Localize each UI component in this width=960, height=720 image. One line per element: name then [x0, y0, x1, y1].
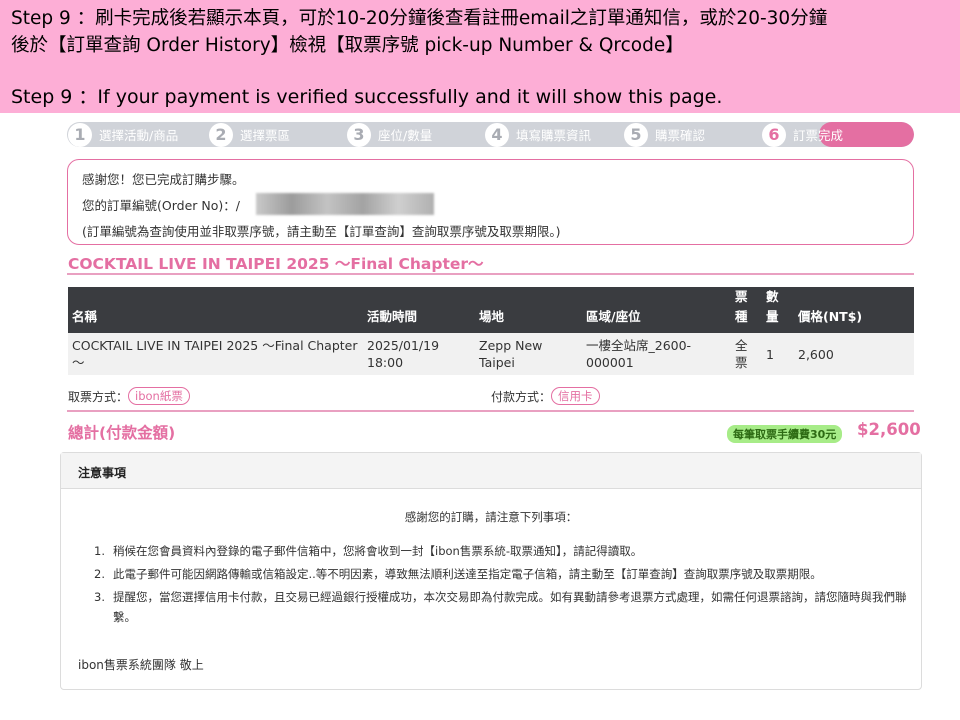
col-name: 名稱 [72, 309, 98, 324]
order-table: 名稱 活動時間 場地 區域/座位 票種 數量 價格(NT$) COCKTAIL … [68, 287, 914, 375]
step-number: 5 [624, 122, 648, 147]
step-seat-quantity: 3 座位/數量 [347, 122, 432, 147]
signature: ibon售票系統團隊 敬上 [78, 658, 204, 672]
cell-time-clock: 18:00 [367, 355, 404, 370]
step-number: 6 [762, 122, 786, 147]
notice-intro: 感謝您的訂購，請注意下列事項： [404, 510, 578, 524]
cell-venue-line1: Zepp New [479, 338, 543, 353]
table-header-row: 名稱 活動時間 場地 區域/座位 票種 數量 價格(NT$) [68, 287, 914, 333]
item-text: 此電子郵件可能因網路傳輸或信箱設定..等不明因素，導致無法順利送達至指定電子信箱… [113, 567, 822, 581]
cell-time: 2025/01/19 18:00 [363, 333, 475, 375]
cell-name: COCKTAIL LIVE IN TAIPEI 2025 ～Final Chap… [72, 338, 358, 370]
step-number: 3 [347, 122, 371, 147]
step-confirm: 5 購票確認 [624, 122, 705, 147]
order-complete-message: 感謝您！您已完成訂購步驟。 您的訂單編號(Order No)：/ (訂單編號為查… [67, 159, 914, 245]
thanks-text: 感謝您！您已完成訂購步驟。 [82, 172, 245, 187]
step-select-area: 2 選擇票區 [209, 122, 290, 147]
step-number: 1 [68, 122, 92, 147]
pickup-method: 取票方式： ibon紙票 [68, 387, 190, 405]
table-row: COCKTAIL LIVE IN TAIPEI 2025 ～Final Chap… [68, 333, 914, 375]
item-text: 稍候在您會員資料內登錄的電子郵件信箱中，您將會收到一封【ibon售票系統-取票通… [113, 544, 643, 558]
notice-panel: 注意事項 感謝您的訂購，請注意下列事項： 1. 稍候在您會員資料內登錄的電子郵件信… [60, 452, 922, 690]
total-divider [67, 410, 914, 412]
step-label: 選擇活動/商品 [99, 128, 179, 143]
cell-area: 一樓全站席_2600- 000001 [582, 333, 731, 375]
list-item: 2. 此電子郵件可能因網路傳輸或信箱設定..等不明因素，導致無法順利送達至指定電子… [94, 564, 914, 584]
item-number: 2. [94, 567, 105, 581]
banner-line-1: Step 9 ：刷卡完成後若顯示本頁，可於10-20分鐘後查看註冊email之訂… [11, 8, 828, 29]
cell-ticket-type: 全票 [735, 338, 748, 370]
col-quantity: 數量 [766, 289, 779, 324]
progress-steps: 1 選擇活動/商品 2 選擇票區 3 座位/數量 4 填寫購票資訊 5 購票確認… [67, 122, 914, 147]
col-venue: 場地 [479, 309, 505, 324]
item-text: 提醒您，當您選擇信用卡付款，且交易已經過銀行授權成功，本次交易即為付款完成。如有… [113, 590, 907, 624]
instruction-banner: Step 9 ：刷卡完成後若顯示本頁，可於10-20分鐘後查看註冊email之訂… [0, 0, 960, 113]
redacted-order-number [256, 193, 434, 215]
col-price: 價格(NT$) [798, 309, 863, 324]
cell-price: 2,600 [798, 346, 834, 362]
step-select-event: 1 選擇活動/商品 [68, 122, 178, 147]
banner-line-3: Step 9 ：If your payment is verified succ… [11, 86, 723, 108]
cell-quantity: 1 [766, 346, 774, 362]
col-area: 區域/座位 [586, 309, 641, 324]
item-number: 1. [94, 544, 105, 558]
list-item: 3. 提醒您，當您選擇信用卡付款，且交易已經過銀行授權成功，本次交易即為付款完成。… [94, 587, 914, 627]
event-title: COCKTAIL LIVE IN TAIPEI 2025 ～Final Chap… [68, 255, 484, 273]
step-label: 購票確認 [655, 128, 706, 143]
payment-method: 付款方式： 信用卡 [491, 387, 600, 405]
title-divider [67, 273, 914, 275]
col-ticket-type: 票種 [735, 289, 748, 324]
cell-venue: Zepp New Taipei [475, 333, 582, 375]
col-time: 活動時間 [367, 309, 418, 324]
payment-method-badge: 信用卡 [551, 387, 600, 405]
step-fill-info: 4 填寫購票資訊 [485, 122, 591, 147]
cell-time-date: 2025/01/19 [367, 338, 440, 353]
pickup-method-badge: ibon紙票 [128, 387, 190, 405]
step-label: 訂票完成 [793, 128, 844, 143]
step-label: 選擇票區 [240, 128, 291, 143]
order-number-note: (訂單編號為查詢使用並非取票序號，請主動至【訂單查詢】查詢取票序號及取票期限。) [82, 224, 561, 239]
step-label: 座位/數量 [378, 128, 433, 143]
order-number-label: 您的訂單編號(Order No)：/ [82, 198, 240, 213]
step-number: 2 [209, 122, 233, 147]
step-number: 4 [485, 122, 509, 147]
fee-badge: 每筆取票手續費30元 [727, 425, 843, 443]
total-label: 總計(付款金額) [68, 424, 176, 442]
step-label: 填寫購票資訊 [516, 128, 592, 143]
notice-heading: 注意事項 [61, 453, 921, 489]
cell-venue-line2: Taipei [479, 355, 515, 370]
total-amount: $2,600 [857, 420, 921, 439]
cell-area-line1: 一樓全站席_2600- [586, 338, 692, 353]
list-item: 1. 稍候在您會員資料內登錄的電子郵件信箱中，您將會收到一封【ibon售票系統-取… [94, 541, 914, 561]
step-complete: 6 訂票完成 [762, 122, 843, 147]
cell-area-line2: 000001 [586, 355, 634, 370]
item-number: 3. [94, 590, 105, 604]
banner-line-2: 後於【訂單查詢 Order History】檢視【取票序號 pick-up Nu… [11, 35, 684, 56]
payment-method-label: 付款方式： [491, 389, 552, 404]
notice-list: 1. 稍候在您會員資料內登錄的電子郵件信箱中，您將會收到一封【ibon售票系統-取… [94, 541, 914, 630]
pickup-method-label: 取票方式： [68, 389, 129, 404]
